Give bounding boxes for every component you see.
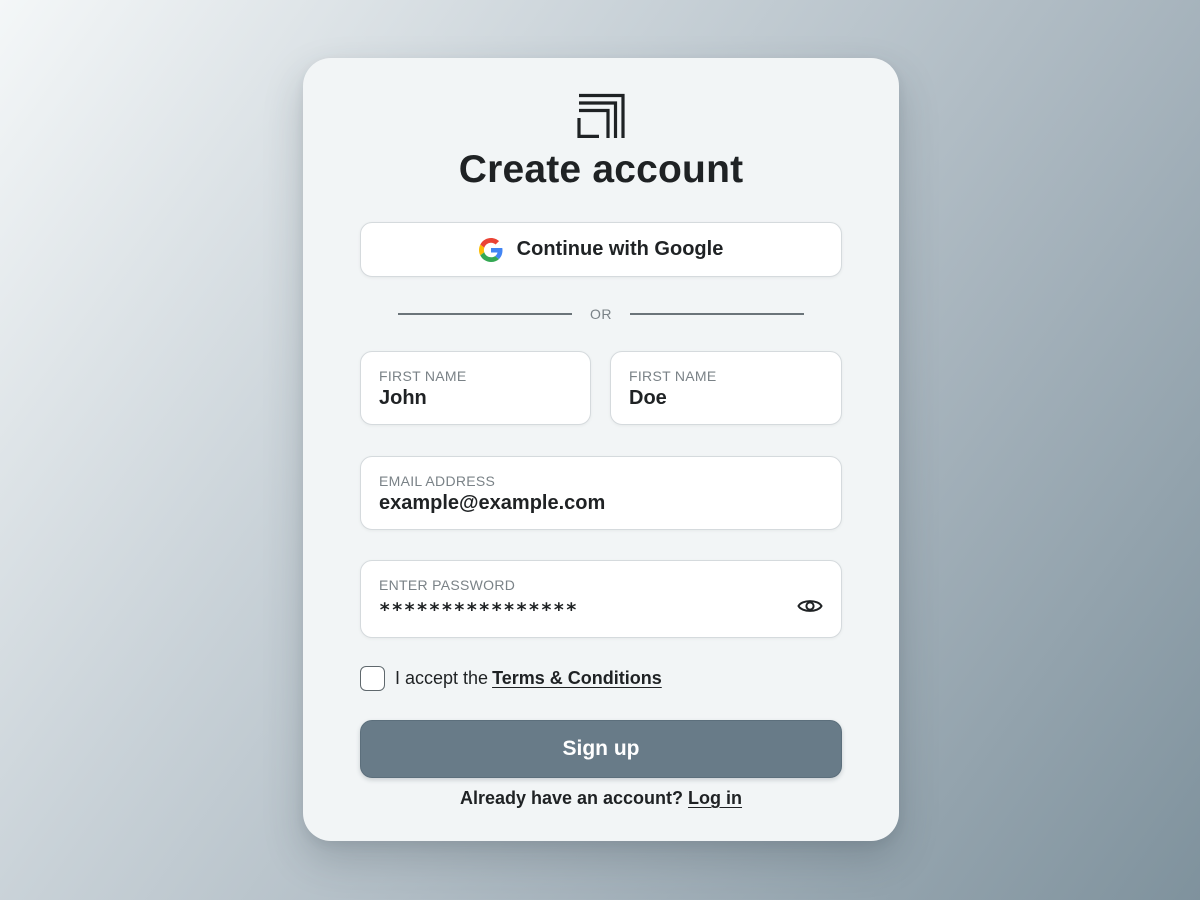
login-prompt: Already have an account? Log in	[303, 788, 899, 809]
signup-card: Create account Continue with Google OR F…	[303, 58, 899, 841]
divider-line-right	[630, 313, 804, 315]
sign-up-button[interactable]: Sign up	[360, 720, 842, 778]
password-label: ENTER PASSWORD	[379, 577, 516, 593]
email-field[interactable]: EMAIL ADDRESS example@example.com	[360, 456, 842, 530]
login-text: Already have an account?	[459, 788, 684, 808]
terms-checkbox[interactable]	[360, 666, 385, 691]
terms-text: I accept the	[395, 668, 489, 688]
last-name-value[interactable]: Doe	[629, 387, 667, 410]
page-title: Create account	[458, 148, 744, 191]
continue-with-google-button[interactable]: Continue with Google	[360, 222, 842, 277]
first-name-field[interactable]: FIRST NAME John	[360, 351, 591, 425]
last-name-label: FIRST NAME	[629, 368, 717, 384]
logo-icon	[577, 93, 625, 138]
sign-up-label: Sign up	[562, 737, 640, 760]
first-name-label: FIRST NAME	[379, 368, 467, 384]
password-field[interactable]: ENTER PASSWORD ****************	[360, 560, 842, 638]
last-name-field[interactable]: FIRST NAME Doe	[610, 351, 842, 425]
email-value[interactable]: example@example.com	[379, 492, 605, 515]
google-g-icon	[478, 237, 503, 262]
terms-row: I accept the Terms & Conditions	[360, 666, 662, 691]
google-button-label: Continue with Google	[516, 238, 724, 260]
log-in-link[interactable]: Log in	[688, 788, 742, 808]
eye-icon[interactable]	[797, 597, 823, 615]
email-label: EMAIL ADDRESS	[379, 473, 496, 489]
terms-link[interactable]: Terms & Conditions	[492, 668, 662, 689]
password-value[interactable]: ****************	[379, 599, 578, 621]
or-divider: OR	[398, 304, 804, 324]
first-name-value[interactable]: John	[379, 387, 427, 410]
